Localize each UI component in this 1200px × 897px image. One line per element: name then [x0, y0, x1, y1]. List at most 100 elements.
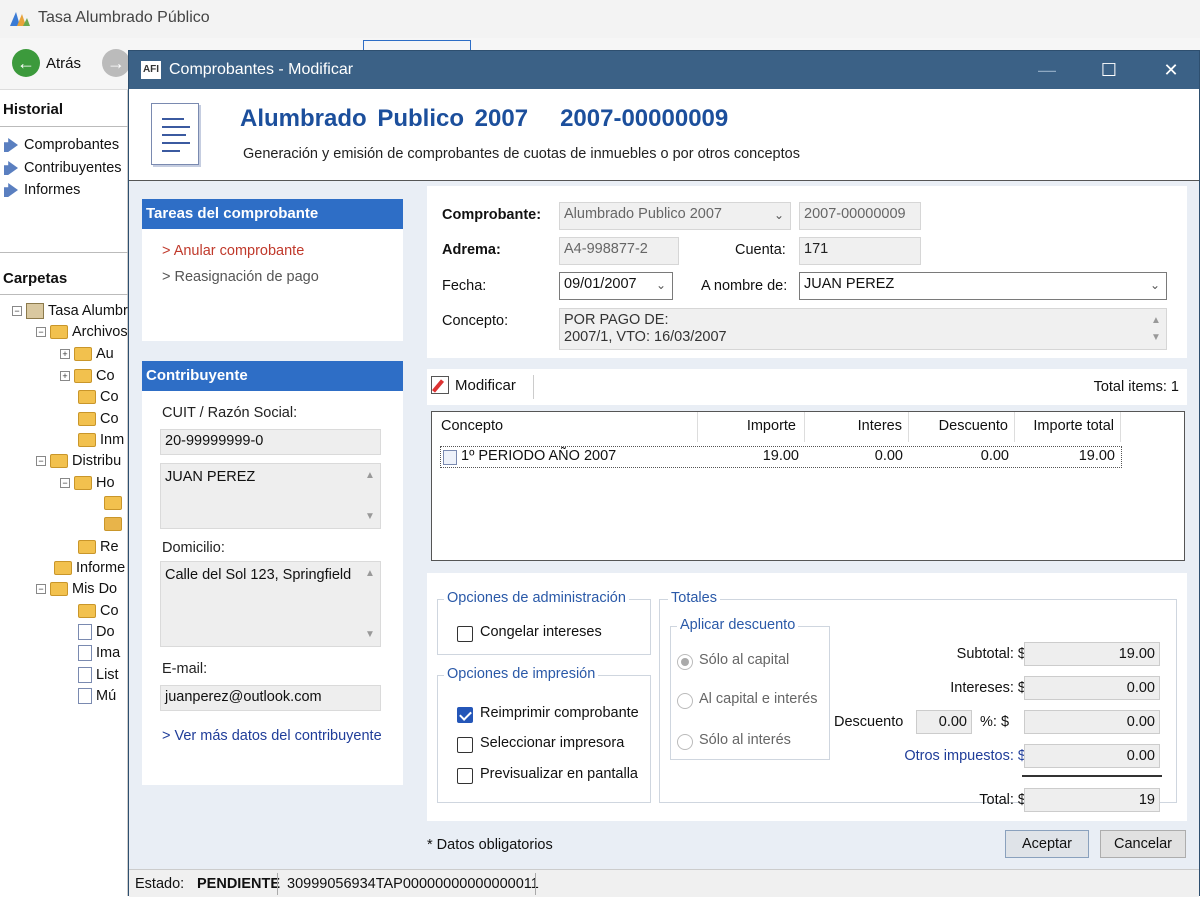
cuenta-label: Cuenta: [735, 242, 786, 258]
tree-item[interactable] [104, 517, 128, 531]
aceptar-button[interactable]: Aceptar [1005, 830, 1089, 858]
capital-interes-radio[interactable] [677, 693, 693, 709]
reimprimir-label[interactable]: Reimprimir comprobante [480, 705, 639, 721]
anular-comprobante-link[interactable]: > Anular comprobante [162, 243, 304, 259]
tree-item[interactable]: Co [78, 603, 128, 619]
nombre-select[interactable]: JUAN PEREZ ⌄ [799, 272, 1167, 300]
collapse-icon[interactable]: − [36, 327, 46, 337]
contribuyente-panel: Contribuyente CUIT / Razón Social: 20-99… [142, 361, 403, 785]
datos-obligatorios-note: * Datos obligatorios [427, 837, 553, 853]
tree-item[interactable]: Do [78, 624, 128, 640]
tree-item[interactable]: − Distribu [36, 453, 128, 469]
cancelar-button[interactable]: Cancelar [1100, 830, 1186, 858]
tree-item[interactable]: − Archivos [36, 324, 128, 340]
seleccionar-impresora-label[interactable]: Seleccionar impresora [480, 735, 624, 751]
solo-capital-radio[interactable] [677, 654, 693, 670]
capital-interes-label[interactable]: Al capital e interés [699, 691, 817, 707]
congelar-intereses-label[interactable]: Congelar intereses [480, 624, 602, 640]
collapse-icon[interactable]: − [36, 584, 46, 594]
scroll-up-icon[interactable]: ▲ [365, 470, 375, 481]
previsualizar-label[interactable]: Previsualizar en pantalla [480, 766, 638, 782]
solo-interes-radio[interactable] [677, 734, 693, 750]
reasignacion-pago-link[interactable]: > Reasignación de pago [162, 269, 319, 285]
fecha-date-picker[interactable]: 09/01/2007 ⌄ [559, 272, 673, 300]
column-header-importe[interactable]: Importe [698, 412, 805, 442]
scrollbar[interactable]: ▲ ▼ [360, 562, 380, 646]
tree-item[interactable]: Co [78, 389, 128, 405]
column-header-concepto[interactable]: Concepto [432, 412, 698, 442]
carpetas-separator [0, 252, 128, 253]
carpetas-title: Carpetas [3, 270, 68, 287]
scroll-down-icon[interactable]: ▼ [365, 511, 375, 522]
forward-arrow-icon[interactable]: → [102, 49, 130, 77]
previsualizar-checkbox[interactable] [457, 768, 473, 784]
historial-item-informes[interactable]: Informes [4, 182, 80, 198]
concepto-line-2: 2007/1, VTO: 16/03/2007 [564, 329, 727, 345]
tree-item[interactable]: Co [78, 411, 128, 427]
chevron-down-icon[interactable]: ⌄ [656, 278, 666, 292]
close-icon[interactable]: ✕ [1151, 57, 1191, 83]
tree-item[interactable]: − Ho [60, 475, 128, 491]
tree-item[interactable]: −Tasa Alumbrado [12, 303, 128, 319]
dialog-header: Alumbrado Publico 2007 2007-00000009 Gen… [129, 89, 1199, 181]
app-title: Tasa Alumbrado Público [38, 9, 210, 26]
tree-item[interactable]: Inm [78, 432, 128, 448]
historial-item-comprobantes[interactable]: Comprobantes [4, 137, 119, 153]
scroll-up-icon[interactable]: ▲ [365, 568, 375, 579]
otros-impuestos-link[interactable]: Otros impuestos: $ [904, 748, 1026, 764]
image-icon [78, 645, 92, 661]
scroll-up-icon[interactable]: ▲ [1151, 312, 1161, 329]
column-header-descuento[interactable]: Descuento [909, 412, 1015, 442]
tree-item[interactable]: + Co [60, 368, 128, 384]
solo-interes-label[interactable]: Sólo al interés [699, 732, 791, 748]
column-header-interes[interactable]: Interes [805, 412, 909, 442]
maximize-icon[interactable]: ☐ [1089, 57, 1129, 83]
total-label: Total: $ [979, 792, 1026, 808]
app-logo-icon [10, 10, 30, 26]
toolbar-separator [533, 375, 534, 399]
back-button[interactable]: ← Atrás [12, 49, 81, 77]
column-header-importe-total[interactable]: Importe total [1015, 412, 1121, 442]
collapse-icon[interactable]: − [60, 478, 70, 488]
tree-item[interactable]: + Au [60, 346, 128, 362]
razon-social-field[interactable]: JUAN PEREZ ▲ ▼ [160, 463, 381, 529]
expand-icon[interactable]: + [60, 371, 70, 381]
ver-mas-datos-link[interactable]: > Ver más datos del contribuyente [162, 728, 382, 744]
congelar-intereses-checkbox[interactable] [457, 626, 473, 642]
domicilio-field[interactable]: Calle del Sol 123, Springfield ▲ ▼ [160, 561, 381, 647]
scroll-down-icon[interactable]: ▼ [365, 629, 375, 640]
chevron-down-icon[interactable]: ⌄ [1150, 278, 1160, 292]
collapse-icon[interactable]: − [12, 306, 22, 316]
scrollbar[interactable]: ▲ ▼ [1146, 309, 1166, 349]
tree-item[interactable]: List [78, 667, 128, 683]
chevron-down-icon: ⌄ [773, 208, 784, 222]
folder-icon [74, 476, 92, 490]
collapse-icon[interactable]: − [36, 456, 46, 466]
minimize-icon[interactable]: — [1027, 57, 1067, 83]
otros-impuestos-value: 0.00 [1024, 744, 1160, 768]
descuento-percent-field[interactable]: 0.00 [916, 710, 972, 734]
print-options-title: Opciones de impresión [444, 666, 599, 682]
scrollbar[interactable]: ▲ ▼ [360, 464, 380, 528]
concepto-textarea[interactable]: POR PAGO DE: 2007/1, VTO: 16/03/2007 ▲ ▼ [559, 308, 1167, 350]
tree-item[interactable]: Mú [78, 688, 128, 704]
tree-item[interactable]: − Mis Do [36, 581, 128, 597]
totales-group: Totales Aplicar descuento Sólo al capita… [659, 590, 1177, 812]
reimprimir-checkbox[interactable] [457, 707, 473, 723]
modificar-button[interactable]: Modificar [431, 376, 516, 394]
expand-icon[interactable]: + [60, 349, 70, 359]
app-sidebar: Historial Comprobantes Contribuyentes In… [0, 90, 128, 896]
seleccionar-impresora-checkbox[interactable] [457, 737, 473, 753]
table-row[interactable]: 1º PERIODO AÑO 2007 19.00 0.00 0.00 19.0… [440, 446, 1122, 468]
descuento-value: 0.00 [1024, 710, 1160, 734]
solo-capital-label[interactable]: Sólo al capital [699, 652, 789, 668]
items-grid[interactable]: Concepto Importe Interes Descuento Impor… [431, 411, 1185, 561]
tree-item[interactable] [104, 496, 128, 510]
dialog-titlebar[interactable]: AFI Comprobantes - Modificar — ☐ ✕ [129, 51, 1199, 89]
tree-item[interactable]: Re [78, 539, 128, 555]
historial-item-contribuyentes[interactable]: Contribuyentes [4, 160, 122, 176]
cell-descuento: 0.00 [980, 448, 1009, 464]
tree-item[interactable]: Ima [78, 645, 128, 661]
scroll-down-icon[interactable]: ▼ [1151, 329, 1161, 346]
tree-item[interactable]: Informe [54, 560, 128, 576]
